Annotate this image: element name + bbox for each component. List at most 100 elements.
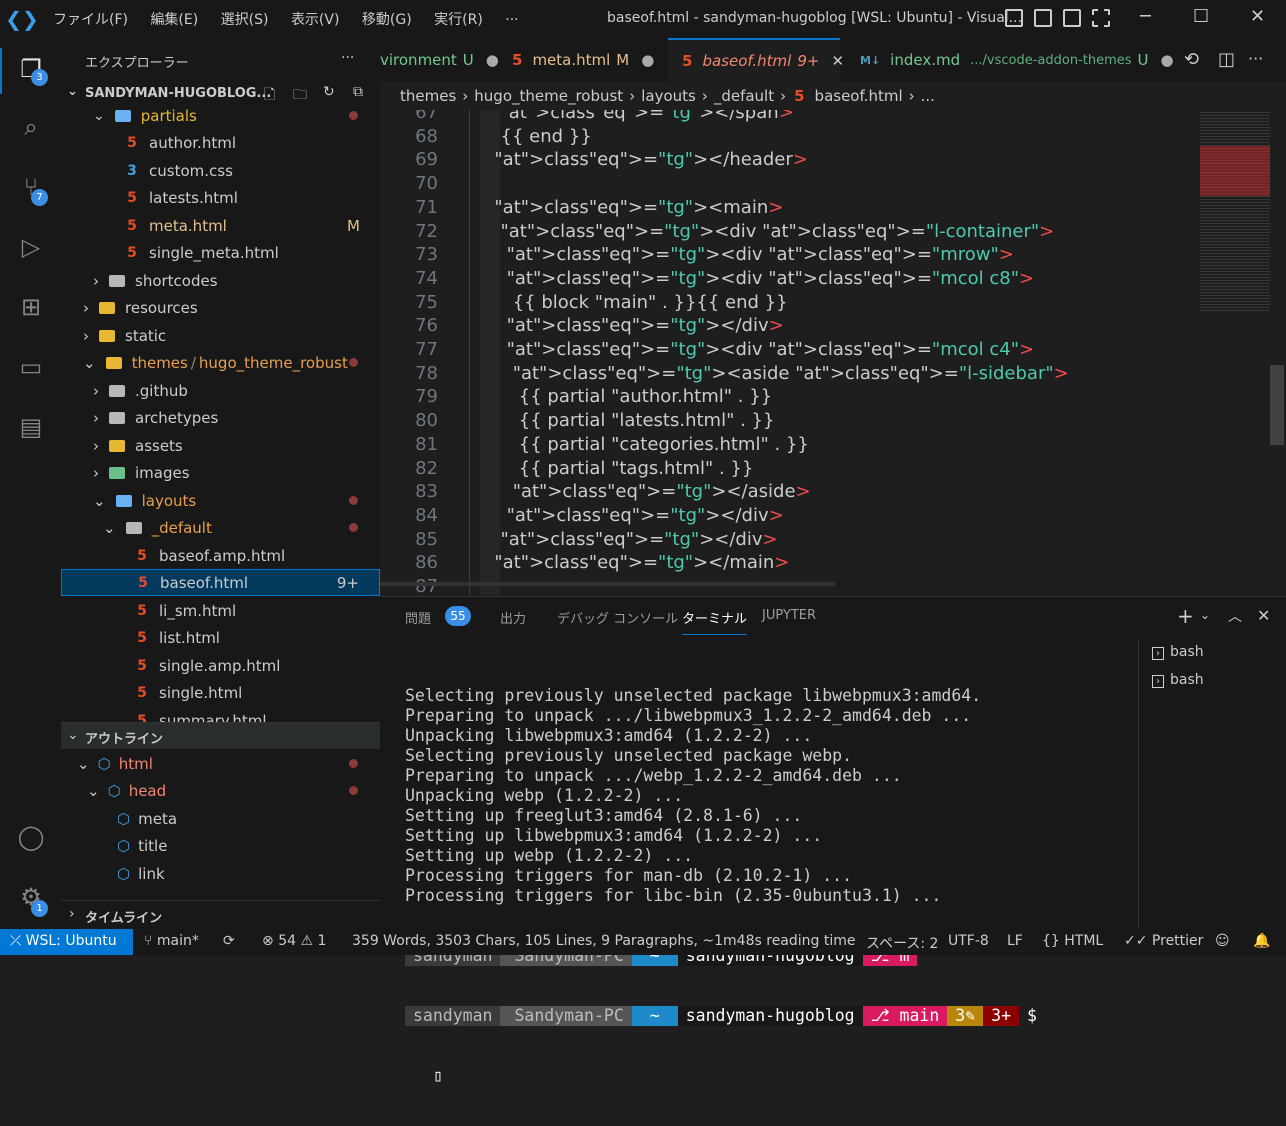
menu-file[interactable]: ファイル(F) [53,12,128,28]
crumb-theme[interactable]: hugo_theme_robust [474,87,623,105]
terminal-output[interactable]: Selecting previously unselected package … [405,646,1045,1126]
editor-more-icon[interactable]: ··· [1248,49,1263,68]
code-line[interactable]: {{ partial "tags.html" . }} [519,458,754,479]
timeline-history-icon[interactable]: ⟲ [1184,49,1199,70]
refresh-icon[interactable]: ↻ [323,84,335,100]
word-count[interactable]: 359 Words, 3503 Chars, 105 Lines, 9 Para… [352,933,856,949]
code-line[interactable]: {{ end }} [501,126,592,147]
remote-explorer-icon[interactable]: ▭ [14,350,48,384]
tree-file-custom-css[interactable]: 3 custom.css [61,157,380,184]
tree-file-meta[interactable]: 5 meta.html M [61,212,380,239]
minimize-button[interactable]: ─ [1140,6,1151,27]
encoding[interactable]: UTF-8 [948,933,989,949]
code-line[interactable]: {{ partial "latests.html" . }} [519,410,775,431]
close-tab-icon[interactable]: ✕ [831,52,844,70]
extensions-icon[interactable]: ⊞ [14,290,48,324]
account-icon[interactable]: ◯ [14,820,48,854]
tree-file-single-meta[interactable]: 5 single_meta.html [61,239,380,266]
terminal-list-item-1[interactable]: › bash [1152,644,1204,660]
menu-view[interactable]: 表示(V) [291,12,340,28]
tree-folder-archetypes[interactable]: › archetypes [61,404,380,431]
minimap[interactable] [1192,110,1286,595]
outline-link[interactable]: ⬡ link [61,860,380,887]
tree-folder-assets[interactable]: › assets [61,432,380,459]
code-editor[interactable]: 67 "at">class"eq">="tg"></span> 68 {{ end }… [380,110,1192,595]
panel-tab-jupyter[interactable]: JUPYTER [762,608,816,623]
tab-index-md[interactable]: M↓ index.md .../vscode-addon-themes U ● [848,38,1174,82]
timeline-header[interactable]: › タイムライン [61,900,380,929]
tree-file-latests[interactable]: 5 latests.html [61,184,380,211]
tree-file-author[interactable]: 5 author.html [61,129,380,156]
search-icon[interactable]: ⌕ [14,110,48,144]
customize-layout-icon[interactable] [1092,9,1110,27]
tab-meta-html[interactable]: 5 meta.html M ● [498,38,658,82]
menu-run[interactable]: 実行(R) [434,12,483,28]
tab-baseof-html[interactable]: 5 baseof.html 9+ ✕ [668,38,844,82]
editor-scrollbar[interactable] [1270,365,1284,445]
testing-icon[interactable]: ▤ [14,410,48,444]
code-line[interactable]: "at">class"eq">="tg"></aside> [513,481,811,502]
explorer-more-button[interactable]: ··· [341,50,354,66]
toggle-panel-icon[interactable] [1034,9,1052,27]
crumb-themes[interactable]: themes [400,87,456,105]
tree-folder-images[interactable]: › images [61,459,380,486]
tree-file-single[interactable]: 5 single.html [61,679,380,706]
code-line[interactable]: "at">class"eq">="tg"><div "at">class"eq"… [501,221,1055,242]
code-line[interactable]: "at">class"eq">="tg"><div "at">class"eq"… [507,244,1014,265]
outline-title[interactable]: ⬡ title [61,832,380,859]
maximize-button[interactable]: ☐ [1193,6,1209,27]
tree-folder-default[interactable]: ⌄ _default [61,514,380,541]
menu-selection[interactable]: 選択(S) [221,12,269,28]
toggle-primary-sidebar-icon[interactable] [1005,9,1023,27]
panel-tab-problems[interactable]: 問題 [405,608,431,627]
prettier-status[interactable]: ✓✓ Prettier [1124,933,1203,949]
outline-header[interactable]: ⌄ アウトライン [61,722,380,749]
crumb-default[interactable]: _default [714,87,774,105]
panel-tab-output[interactable]: 出力 [500,608,526,627]
terminal-list-item-2[interactable]: › bash [1152,672,1204,688]
tree-folder-themes[interactable]: ⌄ themes / hugo_theme_robust [61,349,380,376]
outline-head[interactable]: ⌄ ⬡ head [61,777,380,804]
feedback-icon[interactable]: ☺ [1215,933,1230,949]
notifications-bell-icon[interactable]: 🔔 [1253,933,1270,949]
crumb-layouts[interactable]: layouts [641,87,696,105]
tree-folder-resources[interactable]: › resources [61,294,380,321]
tree-folder-github[interactable]: › .github [61,377,380,404]
code-line[interactable]: "at">class"eq">="tg"></div> [507,505,784,526]
indentation[interactable]: スペース: 2 [866,933,938,953]
menu-more[interactable]: ··· [505,12,518,28]
tree-folder-layouts[interactable]: ⌄ layouts [61,487,380,514]
code-line[interactable]: "at">class"eq">="tg"></div> [507,315,784,336]
tree-folder-static[interactable]: › static [61,322,380,349]
code-line[interactable]: "at">class"eq">="tg"></header> [494,149,807,170]
tree-file-baseof-amp[interactable]: 5 baseof.amp.html [61,542,380,569]
run-debug-icon[interactable]: ▷ [14,230,48,264]
end-of-line[interactable]: LF [1007,933,1023,949]
code-line[interactable]: "at">class"eq">="tg"></main> [494,552,789,573]
code-line[interactable]: "at">class"eq">="tg"><main> [494,197,783,218]
remote-indicator[interactable]: ⤫ WSL: Ubuntu [0,929,133,955]
menu-go[interactable]: 移動(G) [362,12,412,28]
collapse-chevron-icon[interactable]: ⌄ [67,84,78,99]
problems-indicator[interactable]: ⊗ 54 ⚠ 1 [262,933,326,949]
panel-tab-terminal[interactable]: ターミナル [682,608,748,635]
branch-indicator[interactable]: ⑂ main* [144,933,199,949]
code-line[interactable]: {{ partial "author.html" . }} [519,386,772,407]
split-editor-icon[interactable]: ◫ [1218,49,1235,70]
outline-html[interactable]: ⌄ ⬡ html [61,750,380,777]
language-mode[interactable]: {} HTML [1042,933,1103,949]
crumb-more[interactable]: ... [921,87,935,105]
tree-folder-partials[interactable]: ⌄ partials [61,104,380,129]
close-window-button[interactable]: ✕ [1250,6,1265,27]
tree-file-single-amp[interactable]: 5 single.amp.html [61,652,380,679]
maximize-panel-icon[interactable]: ︿ [1228,606,1242,626]
outline-meta[interactable]: ⬡ meta [61,805,380,832]
code-line[interactable]: "at">class"eq">="tg"></div> [501,529,778,550]
code-line[interactable]: "at">class"eq">="tg"><div "at">class"eq"… [507,268,1035,289]
workspace-title[interactable]: SANDYMAN-HUGOBLOG... [85,86,271,101]
tree-file-baseof[interactable]: 5 baseof.html 9+ [61,569,380,596]
code-line[interactable]: "at">class"eq">="tg"><aside "at">class"e… [513,363,1069,384]
tab-environment[interactable]: vironment U ● [380,38,499,82]
code-line[interactable]: "at">class"eq">="tg"></span> [501,110,794,123]
crumb-file[interactable]: baseof.html [815,87,903,105]
